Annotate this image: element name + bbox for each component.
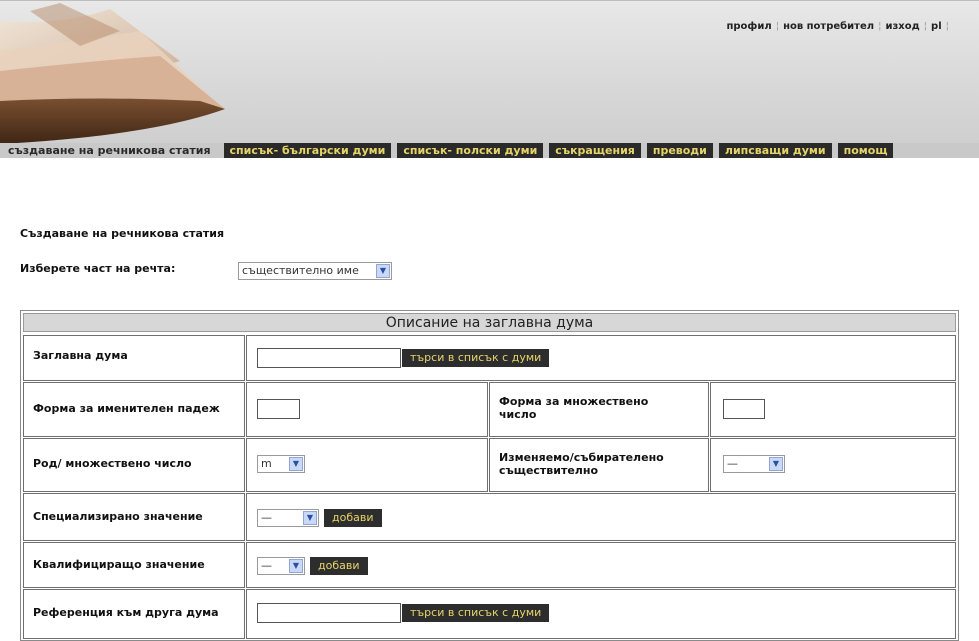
specialized-label-cell: Специализирано значение <box>23 493 245 541</box>
specialized-select[interactable]: — ▼ <box>257 509 319 527</box>
reference-search-button[interactable]: търси в списък с думи <box>402 604 550 622</box>
reference-field-cell: търси в списък с думи <box>246 589 956 639</box>
part-of-speech-select[interactable]: съществително име ▼ <box>238 262 392 280</box>
top-links: профил ¦ нов потребител ¦ изход ¦ pl ¦ <box>726 21 953 32</box>
gender-value: m <box>261 457 272 470</box>
chevron-down-icon: ▼ <box>289 559 303 573</box>
chevron-down-icon: ▼ <box>289 457 303 471</box>
collective-field-cell: — ▼ <box>710 438 956 492</box>
gender-select[interactable]: m ▼ <box>257 455 305 473</box>
headword-field-cell: търси в списък с думи <box>246 335 956 381</box>
main-nav: създаване на речникова статия списък- бъ… <box>0 143 979 158</box>
specialized-field-cell: — ▼ добави <box>246 493 956 541</box>
page-title: Създаване на речникова статия <box>20 227 225 240</box>
gender-label-cell: Род/ множествено число <box>23 438 245 492</box>
separator: ¦ <box>878 21 882 32</box>
chevron-down-icon: ▼ <box>376 264 390 278</box>
specialized-value: — <box>261 511 272 524</box>
headword-form: Описание на заглавна дума Заглавна дума … <box>20 310 959 641</box>
reference-label: Референция към друга дума <box>33 606 219 619</box>
plural-field-cell <box>710 382 956 437</box>
headword-label: Заглавна дума <box>33 349 128 362</box>
reference-input[interactable] <box>257 603 401 623</box>
part-of-speech-label: Изберете част на речта: <box>20 262 176 275</box>
gender-field-cell: m ▼ <box>246 438 488 492</box>
collective-label: Изменяемо/събирателено съществително <box>499 451 664 477</box>
reference-label-cell: Референция към друга дума <box>23 589 245 639</box>
open-book-icon <box>0 3 225 143</box>
plural-input[interactable] <box>723 399 765 419</box>
separator: ¦ <box>923 21 928 32</box>
plural-label-cell: Форма за множествено число <box>489 382 709 437</box>
specialized-add-button[interactable]: добави <box>324 509 382 527</box>
collective-label-cell: Изменяемо/събирателено съществително <box>489 438 709 492</box>
tab-abbreviations[interactable]: съкращения <box>549 143 641 158</box>
tab-help[interactable]: помощ <box>837 143 894 158</box>
plural-label: Форма за множествено число <box>499 395 649 421</box>
profile-link[interactable]: профил <box>726 21 771 32</box>
tab-missing-words[interactable]: липсващи думи <box>718 143 832 158</box>
tab-create-entry[interactable]: създаване на речникова статия <box>0 143 217 158</box>
nominative-field-cell <box>246 382 488 437</box>
headword-label-cell: Заглавна дума <box>23 335 245 381</box>
chevron-down-icon: ▼ <box>303 511 317 525</box>
tab-translations[interactable]: преводи <box>646 143 713 158</box>
language-link[interactable]: pl <box>931 21 942 32</box>
qualifying-label: Квалифициращо значение <box>33 558 205 571</box>
part-of-speech-value: съществително име <box>242 264 359 277</box>
new-user-link[interactable]: нов потребител <box>783 21 874 32</box>
tab-bulgarian-list[interactable]: списък- български думи <box>223 143 392 158</box>
collective-value: — <box>727 457 738 470</box>
specialized-label: Специализирано значение <box>33 510 203 523</box>
headword-input[interactable] <box>257 348 401 368</box>
qualifying-label-cell: Квалифициращо значение <box>23 542 245 588</box>
logout-link[interactable]: изход <box>885 21 919 32</box>
qualifying-add-button[interactable]: добави <box>310 557 368 575</box>
tab-polish-list[interactable]: списък- полски думи <box>397 143 544 158</box>
qualifying-field-cell: — ▼ добави <box>246 542 956 588</box>
nominative-label-cell: Форма за именителен падеж <box>23 382 245 437</box>
collective-select[interactable]: — ▼ <box>723 455 785 473</box>
separator: ¦ <box>775 21 780 32</box>
form-caption: Описание на заглавна дума <box>23 313 956 332</box>
qualifying-select[interactable]: — ▼ <box>257 557 305 575</box>
headword-search-button[interactable]: търси в списък с думи <box>402 349 550 367</box>
header-banner: профил ¦ нов потребител ¦ изход ¦ pl ¦ <box>0 0 979 143</box>
nominative-label: Форма за именителен падеж <box>33 402 220 415</box>
chevron-down-icon: ▼ <box>769 457 783 471</box>
separator: ¦ <box>945 21 949 32</box>
nominative-input[interactable] <box>257 399 300 419</box>
gender-label: Род/ множествено число <box>33 457 192 470</box>
qualifying-value: — <box>261 559 272 572</box>
